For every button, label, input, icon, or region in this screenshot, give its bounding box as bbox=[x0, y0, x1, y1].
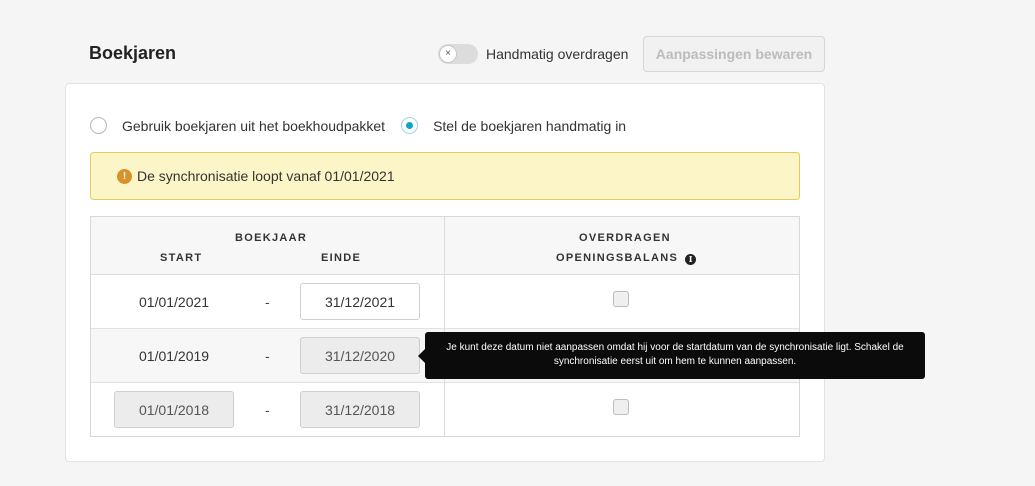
header-opening-balance: OPENINGSBALANS bbox=[556, 252, 679, 264]
info-icon[interactable]: i bbox=[685, 254, 697, 265]
sync-alert: ! De synchronisatie loopt vanaf 01/01/20… bbox=[90, 152, 800, 200]
table-header: BOEKJAAR START EINDE OVERDRAGEN OPENINGS… bbox=[91, 217, 799, 275]
fiscal-year-source-options: Gebruik boekjaren uit het boekhoudpakket… bbox=[90, 117, 642, 134]
end-date-input[interactable]: 31/12/2021 bbox=[300, 283, 420, 320]
table-row: 01/01/2018 - 31/12/2018 bbox=[91, 383, 799, 437]
radio-use-accounting-package[interactable] bbox=[90, 117, 107, 134]
header-end: EINDE bbox=[321, 252, 362, 264]
start-date: 01/01/2021 bbox=[139, 294, 210, 310]
date-separator: - bbox=[265, 348, 270, 364]
page-header: Boekjaren × Handmatig overdragen Aanpass… bbox=[89, 36, 825, 72]
manual-transfer-toggle-group: × Handmatig overdragen bbox=[438, 43, 628, 65]
table-row: 01/01/2021 - 31/12/2021 bbox=[91, 275, 799, 329]
end-date-input-disabled[interactable]: 31/12/2018 bbox=[300, 391, 420, 428]
save-changes-button[interactable]: Aanpassingen bewaren bbox=[643, 36, 825, 72]
start-date: 01/01/2019 bbox=[139, 348, 210, 364]
manual-transfer-label: Handmatig overdragen bbox=[486, 46, 629, 62]
header-transfer: OVERDRAGEN bbox=[579, 232, 671, 244]
warning-icon: ! bbox=[117, 168, 132, 184]
fiscal-years-table: BOEKJAAR START EINDE OVERDRAGEN OPENINGS… bbox=[90, 216, 800, 437]
header-opening-balance-group: OPENINGSBALANS i bbox=[556, 252, 697, 265]
fiscal-years-card: Gebruik boekjaren uit het boekhoudpakket… bbox=[65, 83, 825, 462]
option-set-manually[interactable]: Stel de boekjaren handmatig in bbox=[401, 117, 626, 134]
end-date-input-disabled[interactable]: 31/12/2020 bbox=[300, 337, 420, 374]
radio-set-manually[interactable] bbox=[401, 117, 419, 134]
header-fiscal-year: BOEKJAAR bbox=[235, 232, 308, 244]
option-use-accounting-package[interactable]: Gebruik boekjaren uit het boekhoudpakket bbox=[90, 117, 385, 134]
alert-text: De synchronisatie loopt vanaf 01/01/2021 bbox=[137, 168, 395, 184]
page-title: Boekjaren bbox=[89, 43, 177, 63]
transfer-opening-balance-checkbox[interactable] bbox=[613, 399, 629, 415]
header-start: START bbox=[160, 252, 203, 264]
start-date-input-disabled[interactable]: 01/01/2018 bbox=[114, 391, 234, 428]
close-icon: × bbox=[439, 45, 457, 63]
column-divider bbox=[444, 217, 445, 436]
date-separator: - bbox=[265, 402, 270, 418]
date-separator: - bbox=[265, 294, 270, 310]
disabled-date-tooltip: Je kunt deze datum niet aanpassen omdat … bbox=[418, 332, 925, 379]
manual-transfer-toggle[interactable]: × bbox=[438, 44, 478, 64]
transfer-opening-balance-checkbox[interactable] bbox=[613, 291, 629, 307]
radio-label: Stel de boekjaren handmatig in bbox=[433, 117, 627, 134]
radio-label: Gebruik boekjaren uit het boekhoudpakket bbox=[122, 117, 386, 134]
